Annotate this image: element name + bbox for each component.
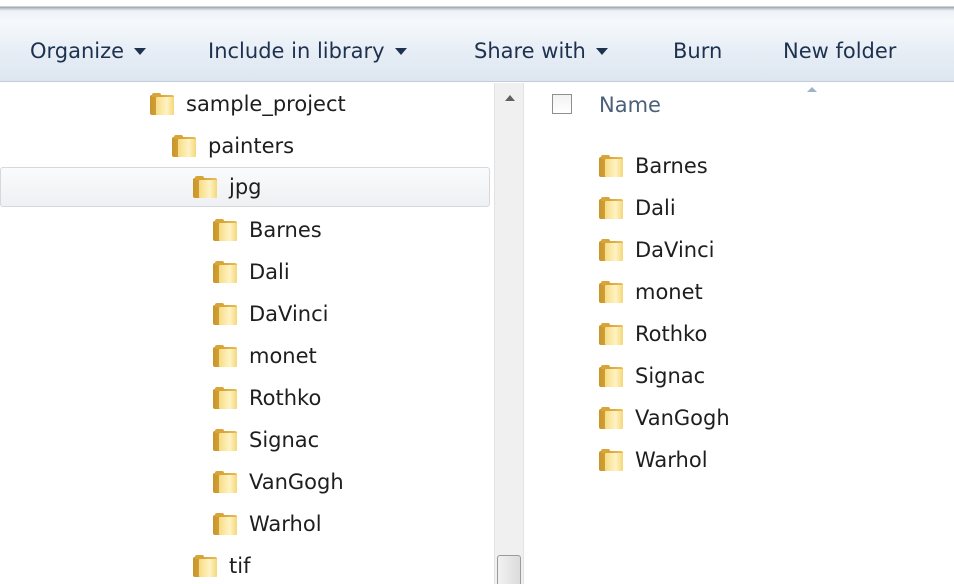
folder-icon xyxy=(599,197,623,219)
file-item-label: Dali xyxy=(635,196,676,220)
new-folder-button[interactable]: New folder xyxy=(783,20,896,82)
tree-item-jpg[interactable]: jpg xyxy=(0,167,490,207)
tree-item-label: sample_project xyxy=(186,92,346,116)
folder-icon xyxy=(599,449,623,471)
tree-item-monet[interactable]: monet xyxy=(213,336,317,376)
file-item-label: monet xyxy=(635,280,703,304)
file-item-label: Signac xyxy=(635,364,706,388)
tree-item-label: Dali xyxy=(249,260,290,284)
tree-item-label: Rothko xyxy=(249,386,322,410)
file-item-dali[interactable]: Dali xyxy=(599,188,676,228)
folder-icon xyxy=(599,155,623,177)
file-item-vangogh[interactable]: VanGogh xyxy=(599,398,730,438)
tree-item-label: Warhol xyxy=(249,512,322,536)
file-item-signac[interactable]: Signac xyxy=(599,356,705,396)
folder-icon xyxy=(213,219,237,241)
file-item-label: VanGogh xyxy=(635,406,730,430)
share-with-label: Share with xyxy=(474,39,586,63)
window-top-border xyxy=(0,0,954,20)
folder-icon xyxy=(599,323,623,345)
folder-icon xyxy=(599,239,623,261)
sort-up-icon xyxy=(807,87,817,92)
caret-down-icon xyxy=(134,47,147,55)
tree-item-davinci[interactable]: DaVinci xyxy=(213,294,328,334)
file-list-pane: Name Barnes Dali DaVinci monet Rothko Si… xyxy=(526,83,954,584)
tree-item-vangogh[interactable]: VanGogh xyxy=(213,462,344,502)
folder-icon xyxy=(150,93,174,115)
file-item-warhol[interactable]: Warhol xyxy=(599,440,708,480)
burn-label: Burn xyxy=(673,39,723,63)
scroll-thumb[interactable] xyxy=(497,555,521,584)
file-item-label: Rothko xyxy=(635,322,708,346)
navigation-pane: sample_project painters jpg Barnes Dali … xyxy=(0,83,494,584)
tree-item-painters[interactable]: painters xyxy=(172,126,294,166)
folder-icon xyxy=(213,261,237,283)
organize-label: Organize xyxy=(30,39,125,63)
folder-icon xyxy=(213,387,237,409)
folder-icon xyxy=(193,176,217,198)
caret-down-icon xyxy=(394,47,407,55)
folder-icon xyxy=(599,407,623,429)
tree-item-sample-project[interactable]: sample_project xyxy=(150,84,346,124)
tree-item-label: Barnes xyxy=(249,218,322,242)
tree-item-label: painters xyxy=(208,134,295,158)
tree-item-label: VanGogh xyxy=(249,470,344,494)
tree-item-label: monet xyxy=(249,344,317,368)
include-in-library-label: Include in library xyxy=(208,39,385,63)
burn-button[interactable]: Burn xyxy=(673,20,722,82)
file-item-monet[interactable]: monet xyxy=(599,272,703,312)
tree-item-warhol[interactable]: Warhol xyxy=(213,504,322,544)
folder-icon xyxy=(599,281,623,303)
tree-item-label: tif xyxy=(229,554,251,578)
tree-item-dali[interactable]: Dali xyxy=(213,252,290,292)
folder-icon xyxy=(193,555,217,577)
folder-icon xyxy=(213,471,237,493)
file-item-barnes[interactable]: Barnes xyxy=(599,146,708,186)
folder-icon xyxy=(172,135,196,157)
folder-icon xyxy=(213,303,237,325)
navigation-scrollbar[interactable] xyxy=(494,83,524,584)
tree-item-label: Signac xyxy=(249,428,320,452)
folder-icon xyxy=(213,429,237,451)
include-in-library-button[interactable]: Include in library xyxy=(208,20,407,82)
share-with-button[interactable]: Share with xyxy=(474,20,608,82)
file-item-label: Barnes xyxy=(635,154,708,178)
tree-item-signac[interactable]: Signac xyxy=(213,420,319,460)
name-column-header[interactable]: Name xyxy=(599,93,661,117)
new-folder-label: New folder xyxy=(783,39,897,63)
scroll-up-button[interactable] xyxy=(495,83,524,113)
scroll-up-arrow-icon xyxy=(504,95,515,101)
caret-down-icon xyxy=(595,47,608,55)
command-toolbar: Organize Include in library Share with B… xyxy=(0,20,954,82)
file-item-label: Warhol xyxy=(635,448,708,472)
folder-icon xyxy=(213,345,237,367)
organize-button[interactable]: Organize xyxy=(30,20,147,82)
select-all-checkbox[interactable] xyxy=(552,94,572,114)
tree-item-rothko[interactable]: Rothko xyxy=(213,378,321,418)
file-item-rothko[interactable]: Rothko xyxy=(599,314,707,354)
file-item-davinci[interactable]: DaVinci xyxy=(599,230,714,270)
column-header-row: Name xyxy=(526,83,954,129)
folder-icon xyxy=(599,365,623,387)
file-item-label: DaVinci xyxy=(635,238,715,262)
tree-item-barnes[interactable]: Barnes xyxy=(213,210,322,250)
folder-icon xyxy=(213,513,237,535)
tree-item-label: DaVinci xyxy=(249,302,329,326)
tree-item-label: jpg xyxy=(229,175,262,199)
tree-item-tif[interactable]: tif xyxy=(193,546,250,584)
